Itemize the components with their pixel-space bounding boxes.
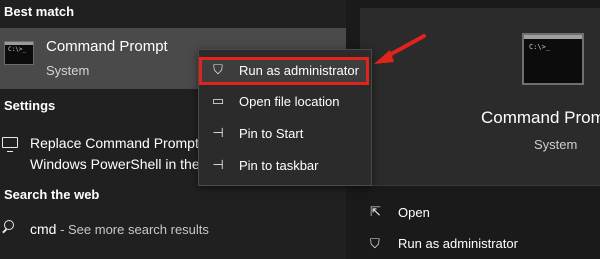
shield-icon: ⛉ (213, 62, 223, 77)
folder-icon: ▭ (211, 93, 225, 108)
divider (360, 185, 600, 186)
open-icon: ⇱ (370, 204, 381, 219)
red-arrow-annotation (374, 34, 426, 64)
menu-item-open-file-location[interactable]: ▭ Open file location (200, 89, 368, 115)
monitor-icon (2, 137, 18, 152)
settings-result-line1: Replace Command Prompt (30, 135, 199, 151)
menu-item-pin-to-taskbar[interactable]: ⊣ Pin to taskbar (200, 153, 368, 179)
menu-item-run-as-administrator[interactable]: ⛉ Run as administrator (199, 57, 369, 85)
preview-subtitle: System (534, 137, 578, 152)
pin-icon: ⊣ (212, 157, 224, 172)
menu-item-pin-to-start[interactable]: ⊣ Pin to Start (200, 121, 368, 147)
command-prompt-icon: C:\>_ (4, 41, 34, 65)
best-match-title: Command Prompt (46, 38, 168, 55)
action-run-as-admin[interactable]: Run as administrator (398, 236, 518, 251)
settings-result-item[interactable]: Replace Command Prompt Windows PowerShel… (30, 133, 200, 175)
web-search-hint: - See more search results (56, 222, 209, 237)
web-search-query: cmd (30, 221, 57, 237)
search-web-heading: Search the web (4, 187, 100, 202)
best-match-type: System (46, 63, 90, 78)
preview-title: Command Prompt (481, 108, 600, 127)
search-icon (4, 220, 14, 230)
action-open[interactable]: Open (398, 205, 430, 220)
shield-icon: ⛉ (370, 236, 380, 251)
command-prompt-large-icon: C:\>_ (522, 33, 584, 85)
web-search-result[interactable]: cmd - See more search results (30, 221, 209, 237)
pin-icon: ⊣ (212, 125, 224, 140)
settings-heading: Settings (4, 98, 56, 113)
best-match-heading: Best match (4, 4, 75, 19)
settings-result-line2: Windows PowerShell in the (30, 156, 200, 172)
